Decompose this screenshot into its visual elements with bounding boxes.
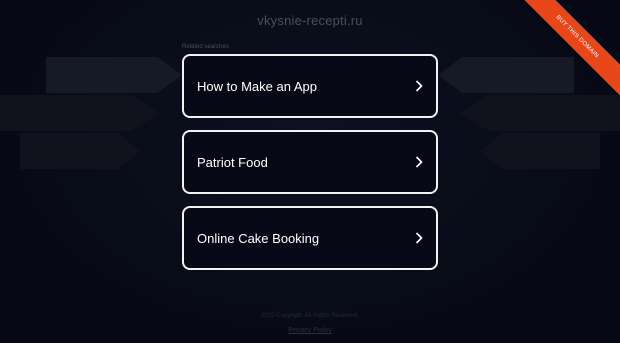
search-link-label: How to Make an App <box>197 78 317 94</box>
search-link-label: Online Cake Booking <box>197 230 320 246</box>
related-searches-label: Related searches <box>182 44 229 50</box>
page: vkysnie-recepti.ru Related searches How … <box>0 0 620 343</box>
search-link-patriot-food[interactable]: Patriot Food <box>182 130 438 194</box>
chevron-right-icon <box>412 79 426 93</box>
decorative-arrow-right <box>480 133 600 169</box>
chevron-right-icon <box>412 155 426 169</box>
decorative-arrow-left <box>20 133 140 169</box>
chevron-right-icon <box>412 231 426 245</box>
search-link-how-to-make-an-app[interactable]: How to Make an App <box>182 54 438 118</box>
decorative-arrow-left <box>46 57 182 93</box>
decorative-arrow-left <box>0 95 160 131</box>
search-link-online-cake-booking[interactable]: Online Cake Booking <box>182 206 438 270</box>
buy-domain-ribbon[interactable]: BUY THIS DOMAIN <box>509 0 620 105</box>
privacy-policy-link[interactable]: Privacy Policy <box>0 327 620 334</box>
search-link-label: Patriot Food <box>197 154 268 170</box>
buy-domain-ribbon-container: BUY THIS DOMAIN <box>500 0 620 120</box>
footer-copyright: 2025 Copyright. All Rights Reserved. <box>260 313 360 319</box>
